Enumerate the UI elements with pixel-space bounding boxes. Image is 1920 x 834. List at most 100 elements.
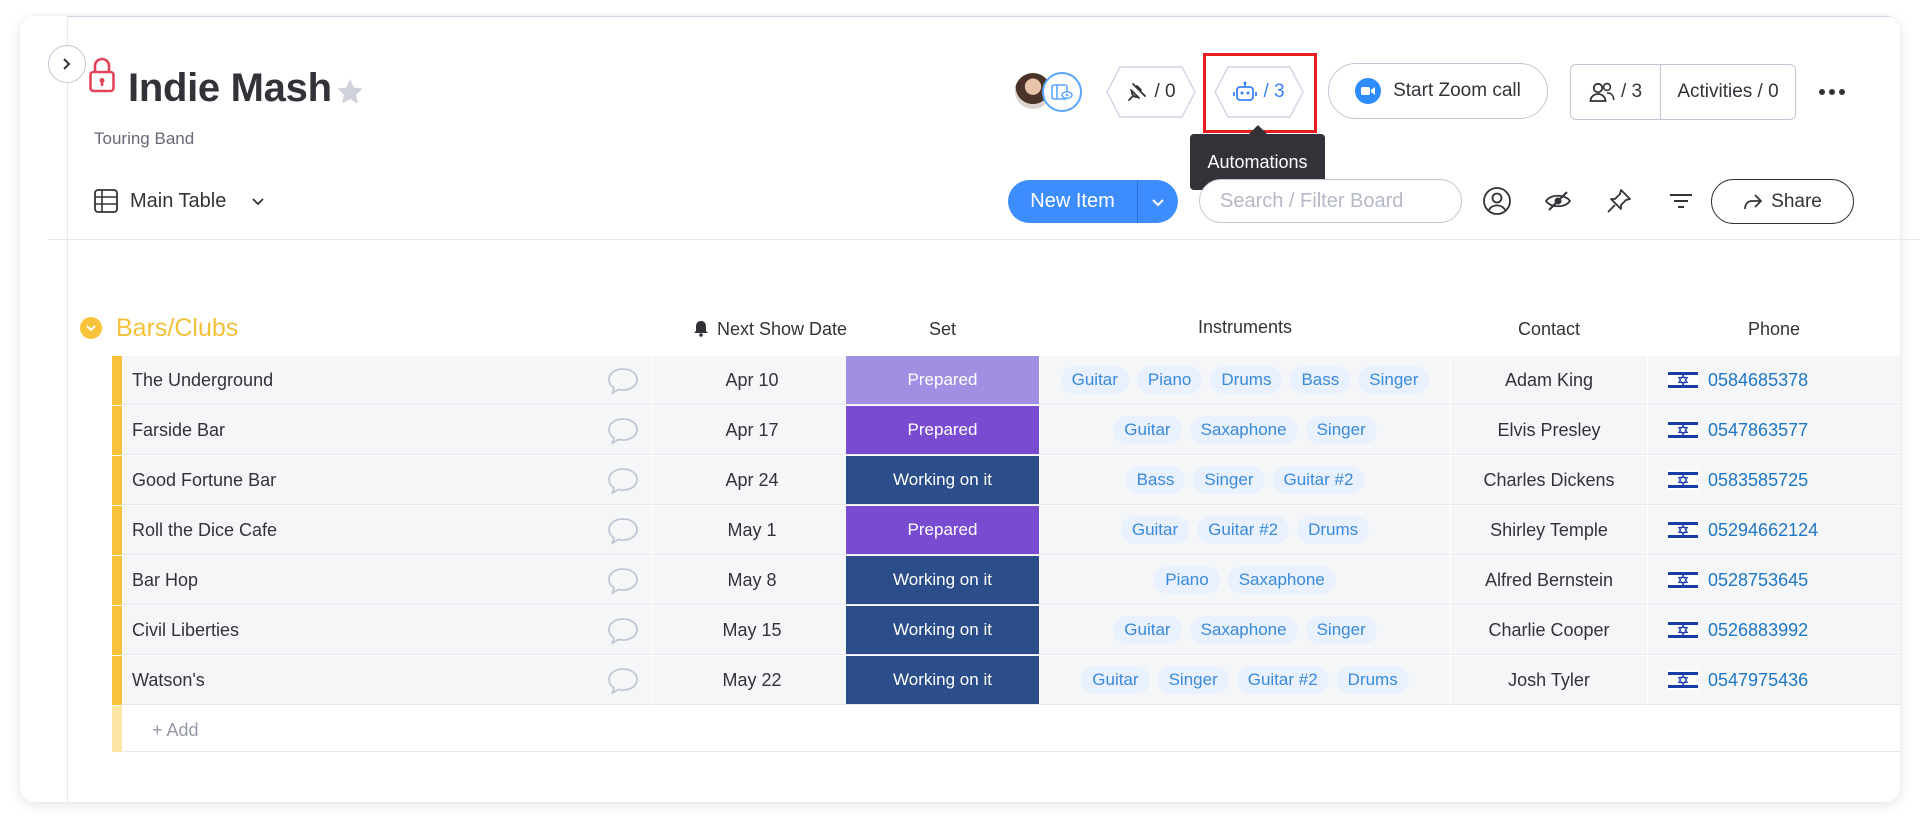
instrument-tag[interactable]: Piano <box>1136 366 1203 394</box>
item-name-cell[interactable]: The Underground <box>122 356 652 405</box>
item-name-cell[interactable]: Watson's <box>122 656 652 705</box>
new-item-label[interactable]: New Item <box>1008 180 1138 223</box>
status-cell[interactable]: Prepared <box>846 356 1039 405</box>
add-item-row[interactable]: + Add <box>112 706 1900 752</box>
start-zoom-call-button[interactable]: Start Zoom call <box>1328 63 1548 119</box>
instrument-tag[interactable]: Saxaphone <box>1189 416 1298 444</box>
phone-cell[interactable]: 0547975436 <box>1648 656 1900 705</box>
table-row[interactable]: Roll the Dice Cafe May 1 Prepared Guitar… <box>112 506 1900 556</box>
instrument-tag[interactable]: Guitar #2 <box>1272 466 1365 494</box>
phone-number[interactable]: 0547863577 <box>1708 420 1808 441</box>
phone-cell[interactable]: 0583585725 <box>1648 456 1900 505</box>
instrument-tag[interactable]: Guitar <box>1113 616 1182 644</box>
comment-bubble-icon[interactable] <box>606 416 640 446</box>
instrument-tag[interactable]: Piano <box>1154 566 1220 594</box>
date-cell[interactable]: Apr 24 <box>653 456 851 505</box>
status-cell[interactable]: Prepared <box>846 406 1039 455</box>
table-row[interactable]: Farside Bar Apr 17 Prepared Guitar Saxaph… <box>112 406 1900 456</box>
comment-bubble-icon[interactable] <box>606 366 640 396</box>
instrument-tag[interactable]: Saxaphone <box>1227 566 1336 594</box>
item-name[interactable]: Civil Liberties <box>132 620 239 641</box>
instrument-tag[interactable]: Guitar #2 <box>1236 666 1329 694</box>
item-name[interactable]: The Underground <box>132 370 273 391</box>
phone-number[interactable]: 0528753645 <box>1708 570 1808 591</box>
item-name-cell[interactable]: Bar Hop <box>122 556 652 605</box>
share-button[interactable]: Share <box>1711 179 1854 224</box>
person-filter-button[interactable] <box>1482 186 1512 216</box>
status-cell[interactable]: Working on it <box>846 456 1039 505</box>
instrument-tag[interactable]: Guitar <box>1060 366 1129 394</box>
date-cell[interactable]: May 8 <box>653 556 851 605</box>
column-header-contact[interactable]: Contact <box>1451 319 1647 340</box>
instrument-tag[interactable]: Singer <box>1305 616 1377 644</box>
add-item-label[interactable]: + Add <box>152 720 199 741</box>
instrument-tag[interactable]: Singer <box>1157 666 1229 694</box>
status-cell[interactable]: Working on it <box>846 606 1039 655</box>
invite-members-button[interactable]: / 3 <box>1571 65 1661 119</box>
group-collapse-toggle[interactable] <box>80 317 102 339</box>
phone-cell[interactable]: 0528753645 <box>1648 556 1900 605</box>
instrument-tag[interactable]: Bass <box>1290 366 1351 394</box>
instrument-tag[interactable]: Singer <box>1305 416 1377 444</box>
contact-cell[interactable]: Elvis Presley <box>1451 406 1647 455</box>
date-cell[interactable]: May 1 <box>653 506 851 555</box>
phone-cell[interactable]: 0584685378 <box>1648 356 1900 405</box>
date-cell[interactable]: Apr 17 <box>653 406 851 455</box>
instruments-cell[interactable]: Bass Singer Guitar #2 <box>1040 456 1450 505</box>
instruments-cell[interactable]: Piano Saxaphone <box>1040 556 1450 605</box>
item-name[interactable]: Watson's <box>132 670 205 691</box>
item-name[interactable]: Good Fortune Bar <box>132 470 276 491</box>
board-title[interactable]: Indie Mash <box>128 66 332 111</box>
contact-cell[interactable]: Alfred Bernstein <box>1451 556 1647 605</box>
new-item-dropdown[interactable] <box>1138 180 1178 223</box>
instrument-tag[interactable]: Drums <box>1297 516 1370 544</box>
instruments-cell[interactable]: Guitar Saxaphone Singer <box>1040 606 1450 655</box>
status-cell[interactable]: Prepared <box>846 506 1039 555</box>
instrument-tag[interactable]: Drums <box>1210 366 1283 394</box>
table-row[interactable]: Good Fortune Bar Apr 24 Working on it Ba… <box>112 456 1900 506</box>
instruments-cell[interactable]: Guitar Singer Guitar #2 Drums <box>1040 656 1450 705</box>
comment-bubble-icon[interactable] <box>606 566 640 596</box>
instrument-tag[interactable]: Guitar <box>1120 516 1190 544</box>
table-row[interactable]: Civil Liberties May 15 Working on it Gui… <box>112 606 1900 656</box>
contact-cell[interactable]: Adam King <box>1451 356 1647 405</box>
comment-bubble-icon[interactable] <box>606 666 640 696</box>
instruments-cell[interactable]: Guitar Piano Drums Bass Singer <box>1040 356 1450 405</box>
contact-cell[interactable]: Shirley Temple <box>1451 506 1647 555</box>
table-row[interactable]: The Underground Apr 10 Prepared Guitar Pi… <box>112 356 1900 406</box>
contact-cell[interactable]: Josh Tyler <box>1451 656 1647 705</box>
favorite-star-icon[interactable] <box>334 76 366 108</box>
board-description[interactable]: Touring Band <box>94 129 194 149</box>
instrument-tag[interactable]: Bass <box>1125 466 1186 494</box>
hide-columns-button[interactable] <box>1543 186 1573 216</box>
instruments-cell[interactable]: Guitar Saxaphone Singer <box>1040 406 1450 455</box>
item-name-cell[interactable]: Roll the Dice Cafe <box>122 506 652 555</box>
search-input[interactable] <box>1199 179 1462 223</box>
chevron-down-icon[interactable] <box>250 193 266 209</box>
new-item-button[interactable]: New Item <box>1008 180 1178 223</box>
item-name-cell[interactable]: Good Fortune Bar <box>122 456 652 505</box>
table-row[interactable]: Bar Hop May 8 Working on it Piano Saxapho… <box>112 556 1900 606</box>
instrument-tag[interactable]: Guitar <box>1081 666 1150 694</box>
pin-button[interactable] <box>1604 186 1634 216</box>
instrument-tag[interactable]: Saxaphone <box>1189 616 1298 644</box>
phone-number[interactable]: 0547975436 <box>1708 670 1808 691</box>
instrument-tag[interactable]: Drums <box>1336 666 1409 694</box>
board-subscribers-icon[interactable] <box>1042 72 1082 112</box>
column-header-phone[interactable]: Phone <box>1648 319 1900 340</box>
status-cell[interactable]: Working on it <box>846 656 1039 705</box>
item-name-cell[interactable]: Civil Liberties <box>122 606 652 655</box>
instrument-tag[interactable]: Guitar #2 <box>1197 516 1290 544</box>
instrument-tag[interactable]: Singer <box>1193 466 1265 494</box>
view-selector-label[interactable]: Main Table <box>130 190 226 213</box>
instrument-tag[interactable]: Singer <box>1358 366 1430 394</box>
filter-button[interactable] <box>1666 186 1696 216</box>
phone-cell[interactable]: 0547863577 <box>1648 406 1900 455</box>
phone-number[interactable]: 0526883992 <box>1708 620 1808 641</box>
column-header-set[interactable]: Set <box>846 319 1039 340</box>
instruments-cell[interactable]: Guitar Guitar #2 Drums <box>1040 506 1450 555</box>
item-name-cell[interactable]: Farside Bar <box>122 406 652 455</box>
phone-cell[interactable]: 05294662124 <box>1648 506 1900 555</box>
status-cell[interactable]: Working on it <box>846 556 1039 605</box>
item-name[interactable]: Bar Hop <box>132 570 198 591</box>
